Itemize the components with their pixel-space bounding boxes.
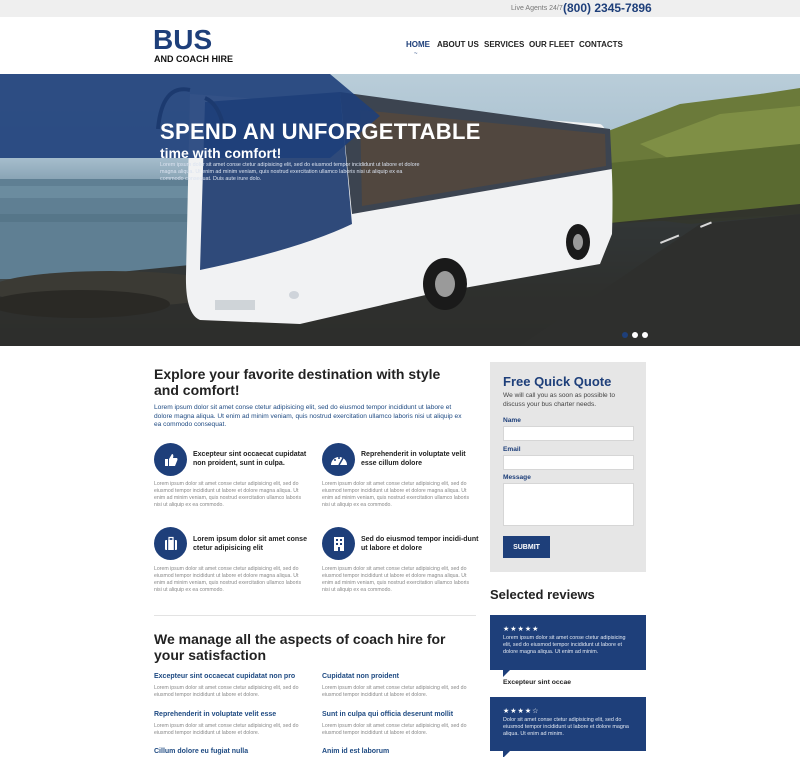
message-label: Message [503, 474, 531, 481]
nav-services[interactable]: SERVICES [484, 40, 524, 49]
manage-heading: We manage all the aspects of coach hire … [154, 631, 446, 663]
slider-dot-2[interactable] [632, 332, 638, 338]
manage-item-title[interactable]: Sunt in culpa qui officia deserunt molli… [322, 711, 453, 718]
section-divider [154, 615, 476, 616]
quote-title: Free Quick Quote [503, 374, 612, 389]
name-label: Name [503, 417, 521, 424]
name-field[interactable] [503, 426, 634, 441]
reviews-heading: Selected reviews [490, 587, 595, 602]
review-text: Lorem ipsum dolor sit amet conse ctetur … [503, 635, 626, 655]
manage-item-title[interactable]: Cillum dolore eu fugiat nulla [154, 748, 248, 755]
intro-heading: Explore your favorite destination with s… [154, 366, 441, 398]
nav-contacts[interactable]: CONTACTS [579, 40, 623, 49]
top-bar: Live Agents 24/7 (800) 2345-7896 [0, 0, 800, 17]
manage-item-title[interactable]: Excepteur sint occaecat cupidatat non pr… [154, 673, 295, 680]
feature-text: Lorem ipsum dolor sit amet conse ctetur … [322, 566, 470, 593]
hero-title: SPEND AN UNFORGETTABLE [160, 119, 481, 144]
speedometer-icon [322, 443, 355, 476]
intro-text: Lorem ipsum dolor sit amet conse ctetur … [154, 404, 462, 429]
manage-item-title[interactable]: Cupidatat non proident [322, 673, 399, 680]
email-label: Email [503, 446, 521, 453]
thumbs-up-icon [154, 443, 187, 476]
hero-slider [0, 74, 800, 346]
nav-home[interactable]: HOME [406, 40, 430, 49]
message-field[interactable] [503, 483, 634, 526]
feature-text: Lorem ipsum dolor sit amet conse ctetur … [154, 481, 302, 508]
rating-stars: ★★★★★ [503, 626, 540, 633]
logo-tagline: AND COACH HIRE [154, 54, 234, 64]
phone-number[interactable]: (800) 2345-7896 [563, 1, 652, 15]
nav-our-fleet[interactable]: OUR FLEET [529, 40, 574, 49]
submit-button[interactable]: SUBMIT [503, 536, 550, 558]
email-field[interactable] [503, 455, 634, 470]
hero-text: Lorem ipsum dolor sit amet conse ctetur … [160, 162, 420, 183]
review-tail [503, 751, 510, 757]
feature-title: Sed do eiusmod tempor incidi-dunt ut lab… [361, 536, 479, 552]
manage-item-text: Lorem ipsum dolor sit amet conse ctetur … [322, 723, 467, 736]
review-text: Dolor sit amet conse ctetur adipisicing … [503, 717, 629, 737]
quote-description: We will call you as soon as possible to … [503, 392, 616, 408]
manage-item-text: Lorem ipsum dolor sit amet conse ctetur … [322, 685, 467, 698]
review-author: Excepteur sint occae [503, 679, 571, 686]
review-tail [503, 670, 510, 677]
manage-item-text: Lorem ipsum dolor sit amet conse ctetur … [154, 685, 299, 698]
rating-stars: ★★★★☆ [503, 708, 540, 715]
nav-active-indicator: ~ [414, 51, 418, 57]
feature-title: Reprehenderit in voluptate velit esse ci… [361, 451, 466, 467]
feature-text: Lorem ipsum dolor sit amet conse ctetur … [154, 566, 302, 593]
feature-title: Excepteur sint occaecat cupidatat non pr… [193, 451, 307, 467]
manage-item-text: Lorem ipsum dolor sit amet conse ctetur … [154, 723, 299, 736]
building-icon [322, 527, 355, 560]
live-agents-label: Live Agents 24/7 [511, 5, 563, 12]
feature-text: Lorem ipsum dolor sit amet conse ctetur … [322, 481, 470, 508]
slider-dot-1[interactable] [622, 332, 628, 338]
manage-item-title[interactable]: Anim id est laborum [322, 748, 389, 755]
logo[interactable]: BUS [153, 26, 212, 54]
nav-about-us[interactable]: ABOUT US [437, 40, 479, 49]
manage-item-title[interactable]: Reprehenderit in voluptate velit esse [154, 711, 276, 718]
feature-title: Lorem ipsum dolor sit amet conse ctetur … [193, 536, 307, 552]
slider-dot-3[interactable] [642, 332, 648, 338]
luggage-icon [154, 527, 187, 560]
hero-subtitle: time with comfort! [160, 145, 282, 161]
